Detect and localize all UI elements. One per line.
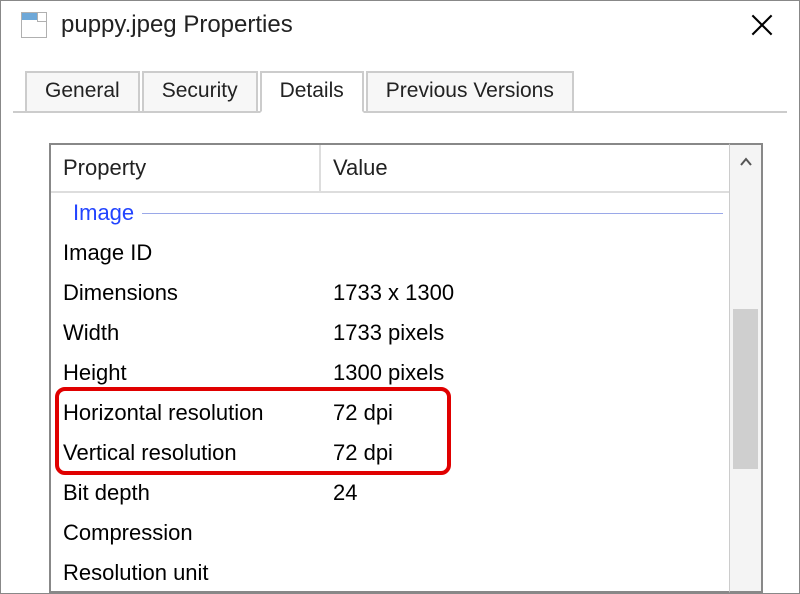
val-horizontal-resolution: 72 dpi: [321, 393, 729, 433]
val-dimensions: 1733 x 1300: [321, 273, 729, 313]
section-divider: [142, 213, 723, 214]
prop-horizontal-resolution: Horizontal resolution: [51, 393, 321, 433]
prop-vertical-resolution: Vertical resolution: [51, 433, 321, 473]
image-file-icon: [21, 12, 47, 38]
column-headers: Property Value: [51, 145, 729, 193]
close-button[interactable]: [739, 2, 785, 48]
table-row[interactable]: Image ID: [51, 233, 729, 273]
details-panel: Property Value Image Image ID Dimensions…: [49, 143, 763, 593]
val-compression: [321, 513, 729, 553]
prop-bit-depth: Bit depth: [51, 473, 321, 513]
tab-content-border: [13, 111, 787, 113]
vertical-scrollbar[interactable]: [729, 143, 763, 593]
prop-height: Height: [51, 353, 321, 393]
titlebar: puppy.jpeg Properties: [1, 1, 799, 49]
window-title: puppy.jpeg Properties: [61, 11, 739, 39]
prop-dimensions: Dimensions: [51, 273, 321, 313]
section-image: Image: [51, 193, 729, 233]
val-width: 1733 pixels: [321, 313, 729, 353]
column-value[interactable]: Value: [321, 145, 729, 193]
table-row[interactable]: Vertical resolution 72 dpi: [51, 433, 729, 473]
close-icon: [751, 14, 773, 36]
table-row[interactable]: Bit depth 24: [51, 473, 729, 513]
val-height: 1300 pixels: [321, 353, 729, 393]
prop-width: Width: [51, 313, 321, 353]
table-row[interactable]: Width 1733 pixels: [51, 313, 729, 353]
table-row[interactable]: Resolution unit: [51, 553, 729, 593]
prop-resolution-unit: Resolution unit: [51, 553, 321, 593]
tab-previous-versions[interactable]: Previous Versions: [366, 71, 574, 111]
val-bit-depth: 24: [321, 473, 729, 513]
property-grid: Property Value Image Image ID Dimensions…: [49, 143, 729, 593]
prop-compression: Compression: [51, 513, 321, 553]
table-row[interactable]: Dimensions 1733 x 1300: [51, 273, 729, 313]
val-image-id: [321, 233, 729, 273]
table-row[interactable]: Height 1300 pixels: [51, 353, 729, 393]
scroll-up-button[interactable]: [730, 145, 761, 179]
chevron-up-icon: [739, 157, 753, 167]
scrollbar-thumb[interactable]: [733, 309, 758, 469]
tab-strip: General Security Details Previous Versio…: [25, 71, 799, 111]
table-row[interactable]: Compression: [51, 513, 729, 553]
column-property[interactable]: Property: [51, 145, 321, 193]
tab-security[interactable]: Security: [142, 71, 258, 111]
val-resolution-unit: [321, 553, 729, 593]
tab-details[interactable]: Details: [260, 71, 364, 113]
prop-image-id: Image ID: [51, 233, 321, 273]
val-vertical-resolution: 72 dpi: [321, 433, 729, 473]
tab-general[interactable]: General: [25, 71, 140, 111]
properties-dialog: puppy.jpeg Properties General Security D…: [0, 0, 800, 594]
scrollbar-track[interactable]: [730, 179, 761, 591]
section-label: Image: [73, 200, 134, 226]
table-row[interactable]: Horizontal resolution 72 dpi: [51, 393, 729, 433]
